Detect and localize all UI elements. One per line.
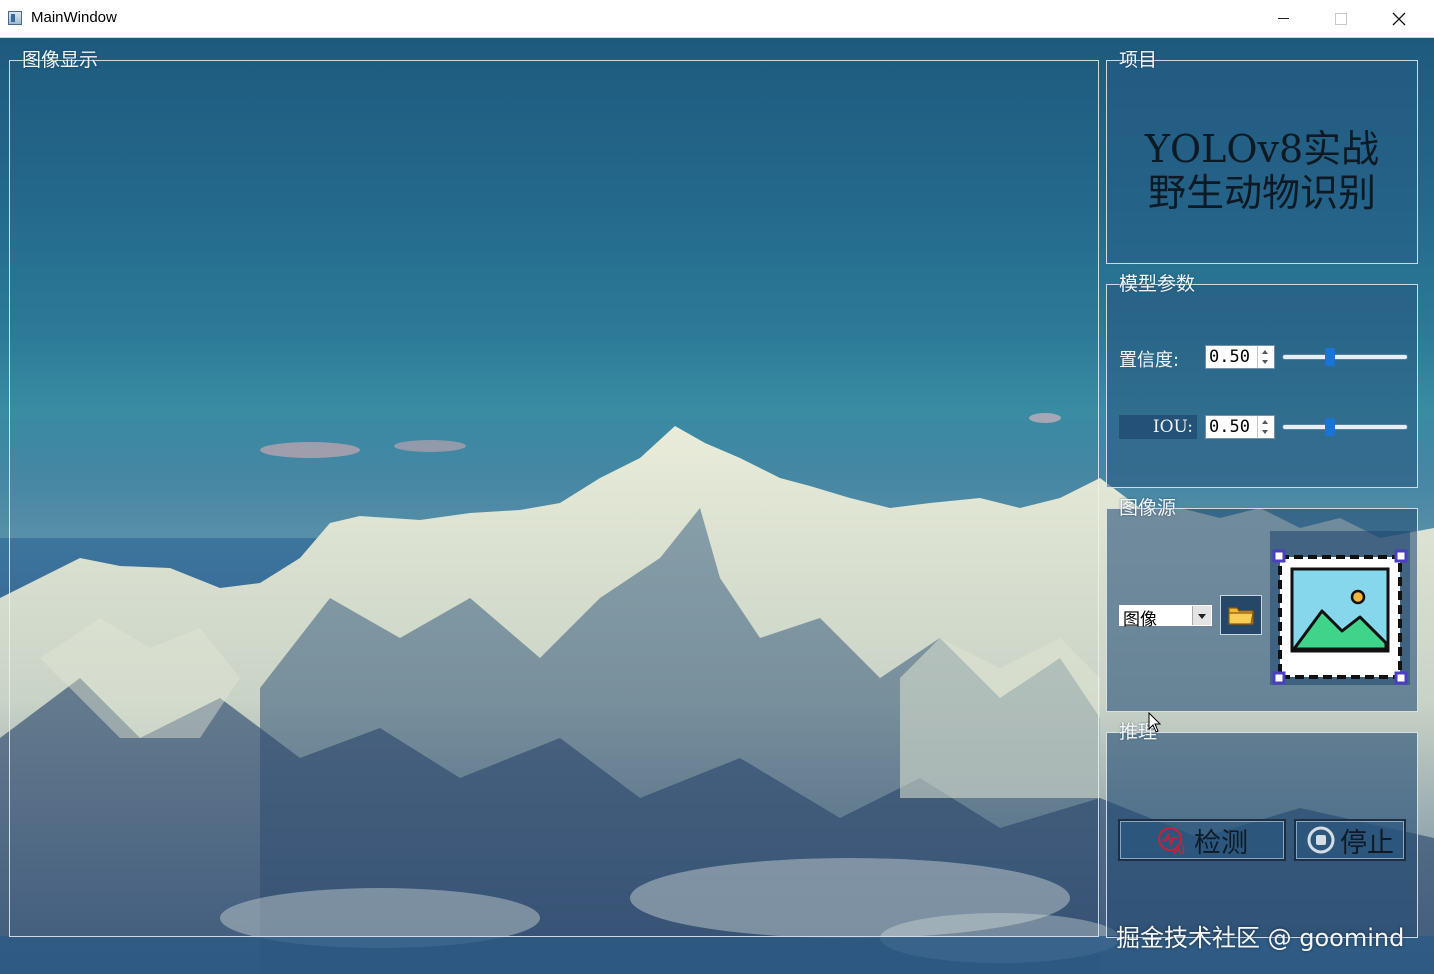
image-display-group: 图像显示 — [9, 49, 1099, 937]
slider-track — [1283, 355, 1407, 359]
image-source-title: 图像源 — [1119, 497, 1177, 519]
iou-spin-arrows[interactable] — [1257, 416, 1274, 438]
folder-icon — [1228, 607, 1254, 625]
ai-detect-icon: AI — [1158, 827, 1185, 855]
slider-handle[interactable] — [1325, 418, 1336, 436]
confidence-label: 置信度: — [1119, 350, 1180, 371]
source-type-combobox[interactable]: 图像 — [1118, 604, 1213, 630]
project-heading: YOLOv8实战 野生动物识别 — [1107, 127, 1417, 215]
minimize-button[interactable] — [1254, 0, 1312, 37]
slider-track — [1283, 425, 1407, 429]
confidence-slider[interactable] — [1283, 345, 1407, 369]
source-type-selected: 图像 — [1123, 610, 1157, 630]
confidence-spinbox[interactable]: 0.50 — [1205, 345, 1275, 369]
image-placeholder-icon — [1272, 549, 1408, 685]
stop-button[interactable]: 停止 — [1294, 819, 1406, 861]
project-heading-line1: YOLOv8实战 — [1144, 127, 1380, 171]
iou-value: 0.50 — [1209, 417, 1250, 437]
model-params-title: 模型参数 — [1119, 273, 1196, 295]
stop-button-label: 停止 — [1340, 827, 1394, 859]
confidence-spin-arrows[interactable] — [1257, 346, 1274, 368]
confidence-value: 0.50 — [1209, 347, 1250, 367]
project-heading-line2: 野生动物识别 — [1147, 171, 1376, 215]
project-group: 项目 YOLOv8实战 野生动物识别 — [1106, 49, 1418, 264]
iou-label: IOU: — [1119, 415, 1197, 439]
combobox-dropdown-button[interactable] — [1192, 606, 1211, 625]
watermark: 掘金技术社区 @ goomind — [1116, 924, 1405, 952]
app-icon — [8, 11, 22, 25]
spin-up-icon[interactable] — [1262, 350, 1268, 354]
inference-group: 推理 AI 检测 停止 — [1106, 721, 1418, 938]
slider-handle[interactable] — [1325, 348, 1336, 366]
minimize-icon — [1277, 18, 1289, 19]
mouse-cursor-icon — [1148, 712, 1162, 733]
iou-slider[interactable] — [1283, 415, 1407, 439]
iou-spinbox[interactable]: 0.50 — [1205, 415, 1275, 439]
image-source-group: 图像源 图像 — [1106, 497, 1418, 712]
svg-text:AI: AI — [1173, 843, 1185, 855]
project-group-title: 项目 — [1119, 49, 1158, 71]
chevron-down-icon — [1198, 614, 1206, 619]
detect-button[interactable]: AI 检测 — [1118, 819, 1286, 861]
maximize-icon — [1335, 12, 1347, 25]
spin-down-icon[interactable] — [1262, 430, 1268, 434]
window-title: MainWindow — [31, 9, 117, 26]
model-params-group: 模型参数 置信度: 0.50 IOU: 0.50 — [1106, 273, 1418, 488]
close-button[interactable] — [1370, 0, 1428, 37]
detect-button-label: 检测 — [1194, 827, 1248, 859]
open-file-button[interactable] — [1220, 595, 1262, 635]
close-icon — [1392, 12, 1406, 25]
spin-up-icon[interactable] — [1262, 420, 1268, 424]
source-preview — [1270, 531, 1410, 685]
title-bar: MainWindow — [0, 0, 1434, 38]
image-display-title: 图像显示 — [22, 49, 99, 71]
spin-down-icon[interactable] — [1262, 360, 1268, 364]
stop-icon — [1307, 826, 1335, 854]
maximize-button[interactable] — [1312, 0, 1370, 37]
